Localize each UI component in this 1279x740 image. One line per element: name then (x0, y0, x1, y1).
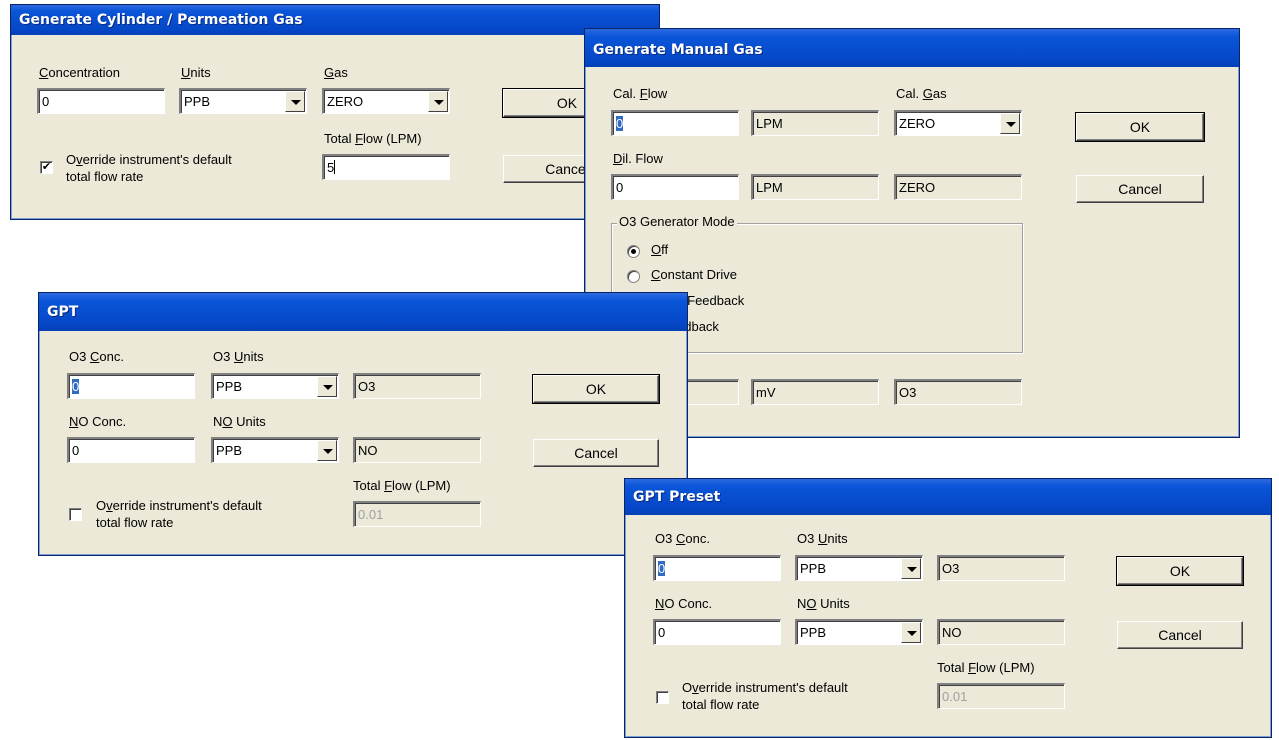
o3-conc-input[interactable]: 0 (653, 555, 781, 581)
gpt-preset-dialog-title[interactable]: GPT Preset (625, 479, 1271, 515)
override-label: Override instrument's default total flow … (96, 498, 262, 530)
cancel-button[interactable]: Cancel (533, 439, 659, 467)
no-units-label: NO Units (213, 414, 266, 429)
o3-units-label: O3 Units (213, 349, 264, 364)
cancel-button[interactable]: Cancel (1117, 621, 1243, 649)
mode-off-label: Off (651, 242, 669, 257)
total-flow-input: 0.01 (937, 683, 1065, 709)
mode-constant-radio[interactable] (627, 270, 640, 283)
chevron-down-icon[interactable] (428, 91, 448, 112)
gas-select[interactable]: ZERO (322, 88, 450, 114)
no-gas-display: NO (353, 437, 481, 463)
cylinder-dialog-title[interactable]: Generate Cylinder / Permeation Gas (11, 5, 659, 35)
ok-button[interactable]: OK (1075, 112, 1205, 142)
no-units-label: NO Units (797, 596, 850, 611)
cal-gas-select[interactable]: ZERO (894, 110, 1022, 136)
chevron-down-icon[interactable] (901, 622, 921, 643)
total-flow-label: Total Flow (LPM) (353, 478, 451, 493)
total-flow-label: Total Flow (LPM) (937, 660, 1035, 675)
mode-constant-label: Constant Drive (651, 267, 737, 282)
gpt-dialog: GPT O3 Conc. 0 O3 Units PPB O3 NO Conc. … (38, 292, 688, 556)
ok-button[interactable]: OK (532, 374, 660, 404)
ok-button[interactable]: OK (1116, 556, 1244, 586)
o3-generator-mode-legend: O3 Generator Mode (617, 214, 737, 229)
dil-gas-display: ZERO (894, 174, 1022, 200)
override-checkbox[interactable] (656, 691, 669, 704)
no-conc-input[interactable]: 0 (67, 437, 195, 463)
no-conc-label: NO Conc. (655, 596, 713, 611)
o3-units-label: O3 Units (797, 531, 848, 546)
no-conc-input[interactable]: 0 (653, 619, 781, 645)
chevron-down-icon[interactable] (901, 558, 921, 579)
override-checkbox[interactable]: ✔ (40, 161, 53, 174)
no-gas-display: NO (937, 619, 1065, 645)
o3-gas-display: O3 (937, 555, 1065, 581)
total-flow-input: 0.01 (353, 501, 481, 527)
override-label: Override instrument's default total flow … (66, 152, 232, 184)
gpt-dialog-title[interactable]: GPT (39, 293, 687, 331)
chevron-down-icon[interactable] (317, 440, 337, 461)
dil-flow-label: Dil. Flow (613, 151, 663, 166)
gas-label: Gas (324, 65, 348, 80)
o3-conc-label: O3 Conc. (655, 531, 710, 546)
cylinder-dialog: Generate Cylinder / Permeation Gas Conce… (10, 4, 660, 220)
total-flow-input[interactable]: 5 (322, 154, 450, 180)
manual-gas-dialog-title[interactable]: Generate Manual Gas (585, 29, 1239, 67)
chevron-down-icon[interactable] (1000, 113, 1020, 134)
o3-gas-display: O3 (353, 373, 481, 399)
units-label: Units (181, 65, 211, 80)
cal-gas-label: Cal. Gas (896, 86, 947, 101)
gpt-preset-dialog: GPT Preset O3 Conc. 0 O3 Units PPB O3 NO… (624, 478, 1272, 738)
o3-units-select[interactable]: PPB (211, 373, 339, 399)
units-select[interactable]: PPB (179, 88, 307, 114)
no-units-select[interactable]: PPB (795, 619, 923, 645)
concentration-input[interactable]: 0 (37, 88, 165, 114)
cal-flow-label: Cal. Flow (613, 86, 668, 101)
no-conc-label: NO Conc. (69, 414, 127, 429)
dil-flow-input[interactable]: 0 (611, 174, 739, 200)
cal-flow-unit: LPM (751, 110, 879, 136)
no-units-select[interactable]: PPB (211, 437, 339, 463)
override-checkbox[interactable] (69, 508, 82, 521)
dil-flow-unit: LPM (751, 174, 879, 200)
o3-units-select[interactable]: PPB (795, 555, 923, 581)
concentration-label: Concentration (39, 65, 120, 80)
o3-conc-label: O3 Conc. (69, 349, 124, 364)
chevron-down-icon[interactable] (317, 376, 337, 397)
total-flow-label: Total Flow (LPM) (324, 131, 422, 146)
override-label: Override instrument's default total flow … (682, 680, 848, 712)
chevron-down-icon[interactable] (285, 91, 305, 112)
cancel-button[interactable]: Cancel (1076, 175, 1204, 203)
mode-off-radio[interactable] (627, 245, 640, 258)
setpoint-unit: mV (751, 379, 879, 405)
setpoint-gas: O3 (894, 379, 1022, 405)
cal-flow-input[interactable]: 0 (611, 110, 739, 136)
o3-conc-input[interactable]: 0 (67, 373, 195, 399)
